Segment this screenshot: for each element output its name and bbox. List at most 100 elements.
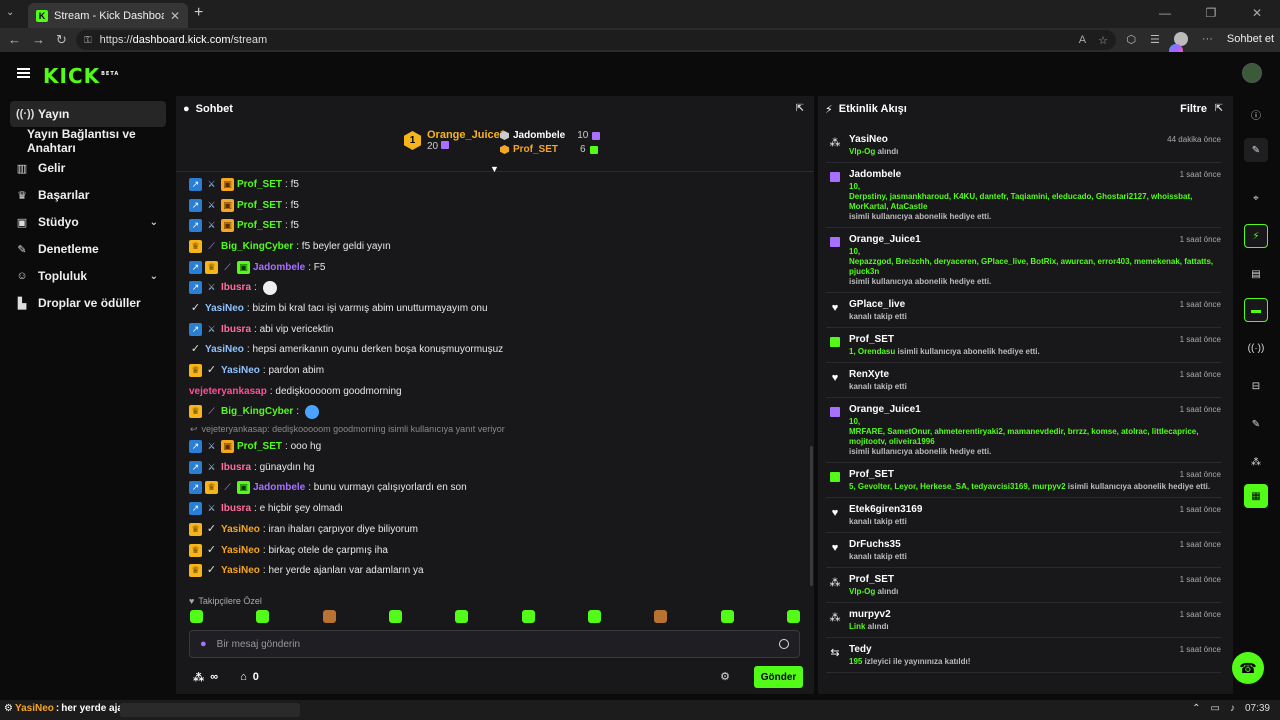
reward-icon[interactable]: ⁂	[1244, 450, 1268, 474]
chat-message[interactable]: ♛ ⟋ Big_KingCyber:	[189, 402, 808, 423]
chat-username[interactable]: YasiNeo	[205, 344, 244, 355]
focus-icon[interactable]: ⌖	[1244, 186, 1268, 210]
send-button[interactable]: Gönder	[754, 666, 803, 688]
event-username[interactable]: Orange_Juice1	[849, 404, 1221, 415]
back-icon[interactable]: ←	[8, 32, 21, 47]
new-tab-icon[interactable]: +	[194, 4, 203, 22]
support-headset-icon[interactable]: ☎	[1232, 652, 1264, 684]
taskbar-search[interactable]	[120, 703, 300, 717]
chat-username[interactable]: Ibusra	[221, 282, 251, 293]
event-username[interactable]: Orange_Juice1	[849, 234, 1221, 245]
collapse-icon[interactable]: ▼	[490, 164, 499, 174]
emote-icon[interactable]	[190, 610, 203, 623]
store-icon[interactable]: ⌂	[240, 671, 247, 683]
chat-username[interactable]: Jadombele	[253, 482, 305, 493]
extensions-icon[interactable]: ⬡	[1126, 33, 1136, 46]
chat-input[interactable]	[216, 638, 769, 650]
chat-username[interactable]: Prof_SET	[237, 220, 282, 231]
chat-scrollbar[interactable]	[810, 446, 813, 586]
top-gifter-first[interactable]: 1 Orange_Juice1 20	[404, 129, 506, 152]
info-icon[interactable]: ⓘ	[1244, 102, 1268, 126]
popout-icon[interactable]: ⇱	[796, 103, 804, 114]
favorites-icon[interactable]: ☰	[1150, 33, 1160, 46]
network-icon[interactable]: ▭	[1211, 703, 1220, 714]
copilot-button[interactable]: Sohbet et	[1169, 33, 1274, 58]
chat-username[interactable]: YasiNeo	[221, 565, 260, 576]
emote-icon[interactable]	[455, 610, 469, 623]
restore-icon[interactable]: ❐	[1188, 0, 1234, 28]
chat-username[interactable]: Ibusra	[221, 503, 251, 514]
event-username[interactable]: Jadombele	[849, 169, 1221, 180]
chat-message[interactable]: ✓ YasiNeo: bizim bi kral tacı işi varmış …	[189, 298, 808, 319]
activity-event[interactable]: ♥ Etek6giren3169 1 saat önce kanalı takip e…	[826, 498, 1221, 533]
chat-message[interactable]: ♛ ✓ YasiNeo: birkaç otele de çarpmış iha	[189, 540, 808, 561]
gear-icon[interactable]: ⚙	[720, 670, 730, 683]
activity-event[interactable]: Orange_Juice1 1 saat önce 10, Nepazzgod, Br…	[826, 228, 1221, 293]
tray-chevron-icon[interactable]: ⌃	[1192, 703, 1200, 714]
chat-message[interactable]: ↗ ⚔ Ibusra: abi vip vericektin	[189, 319, 808, 340]
activity-event[interactable]: Prof_SET 1 saat önce 5, Gevolter, Leyor, H…	[826, 463, 1221, 498]
event-username[interactable]: murpyv2	[849, 609, 1221, 620]
chat-message[interactable]: ↗ ⚔ Ibusra:	[189, 277, 808, 298]
chat-message[interactable]: ♛ ⟋ Big_KingCyber: f5 beyler geldi yayın	[189, 236, 808, 257]
chat-username[interactable]: Prof_SET	[237, 200, 282, 211]
broadcast-icon[interactable]: ((·))	[1244, 336, 1268, 360]
url-field[interactable]: ⚿ https://dashboard.kick.com/stream A ☆	[76, 30, 1116, 50]
minimize-icon[interactable]: —	[1142, 0, 1188, 28]
sidebar-item-stream-key[interactable]: Yayın Bağlantısı ve Anahtarı	[10, 127, 166, 155]
chat-username[interactable]: YasiNeo	[221, 545, 260, 556]
event-username[interactable]: Prof_SET	[849, 334, 1221, 345]
wrench-icon[interactable]: ✎	[1244, 412, 1268, 436]
event-username[interactable]: GPlace_live	[849, 299, 1221, 310]
tab-list-chevron-icon[interactable]: ⌄	[6, 7, 14, 18]
chat-message[interactable]: ♛ ✓ YasiNeo: iran ihaları çarpıyor diye bi…	[189, 519, 808, 540]
activity-event[interactable]: ♥ RenXyte 1 saat önce kanalı takip etti	[826, 363, 1221, 398]
sidebar-item-basarilar[interactable]: ♛ Başarılar	[10, 182, 166, 208]
close-window-icon[interactable]: ✕	[1234, 0, 1280, 28]
chat-message[interactable]: ✓ YasiNeo: hepsi amerikanın oyunu derken …	[189, 340, 808, 361]
chat-message[interactable]: ♛ ✓ YasiNeo: pardon abim	[189, 360, 808, 381]
menu-icon[interactable]	[17, 68, 30, 78]
chat-icon[interactable]: ▬	[1244, 298, 1268, 322]
chat-username[interactable]: Ibusra	[221, 462, 251, 473]
more-menu-icon[interactable]: ···	[1202, 33, 1213, 45]
browser-tab[interactable]: K Stream - Kick Dashboard ✕	[28, 3, 188, 28]
sidebar-item-topluluk[interactable]: ☺ Topluluk ⌄	[10, 263, 166, 289]
microphone-icon[interactable]: ●	[200, 638, 207, 650]
reload-icon[interactable]: ↻	[56, 32, 67, 48]
tab-close-icon[interactable]: ✕	[170, 9, 180, 23]
filter-button[interactable]: Filtre	[1180, 103, 1207, 115]
emote-icon[interactable]	[654, 610, 668, 623]
chat-message[interactable]: vejeteryankasap: dedişkooooom goodmornin…	[189, 381, 808, 402]
sidebar-item-studyo[interactable]: ▣ Stüdyo ⌄	[10, 209, 166, 235]
kick-logo[interactable]: KICKBETA	[43, 64, 119, 88]
activity-feed-icon[interactable]: ⚡	[1244, 224, 1268, 248]
chat-username[interactable]: Ibusra	[221, 324, 251, 335]
chat-username[interactable]: Prof_SET	[237, 179, 282, 190]
activity-event[interactable]: Orange_Juice1 1 saat önce 10, MRFARE, Samet…	[826, 398, 1221, 463]
forward-icon[interactable]: →	[32, 32, 45, 47]
chat-message[interactable]: ↗ ⚔ ▣ Prof_SET: f5	[189, 215, 808, 236]
sidebar-item-yayin[interactable]: ((·)) Yayın	[10, 101, 166, 127]
sidebar-item-denetleme[interactable]: ✎ Denetleme	[10, 236, 166, 262]
clapper-icon[interactable]: ▦	[1244, 484, 1268, 508]
site-info-icon[interactable]: ⚿	[84, 35, 92, 46]
event-username[interactable]: Etek6giren3169	[849, 504, 1221, 515]
event-username[interactable]: Prof_SET	[849, 574, 1221, 585]
chat-username[interactable]: vejeteryankasap	[189, 386, 267, 397]
clock[interactable]: 07:39	[1245, 703, 1270, 714]
emote-icon[interactable]	[256, 610, 270, 623]
chat-username[interactable]: Big_KingCyber	[221, 406, 293, 417]
event-username[interactable]: Tedy	[849, 644, 1221, 655]
chat-message[interactable]: ↗ ♛ ⟋ ▣ Jadombele: F5	[189, 257, 808, 278]
activity-event[interactable]: ⇆ Tedy 1 saat önce 195 izleyici ile yayının…	[826, 638, 1221, 673]
chat-username[interactable]: Prof_SET	[237, 441, 282, 452]
activity-event[interactable]: Jadombele 1 saat önce 10, Derpstiny, jasman…	[826, 163, 1221, 228]
emote-icon[interactable]	[786, 610, 800, 623]
event-username[interactable]: YasiNeo	[849, 134, 1221, 145]
chat-message[interactable]: ↗ ⚔ Ibusra: e hiçbir şey olmadı	[189, 498, 808, 519]
activity-event[interactable]: Prof_SET 1 saat önce 1, Orendasu isimli ku…	[826, 328, 1221, 363]
top-gifter-second[interactable]: Jadombele 10	[500, 130, 601, 141]
chat-message[interactable]: ↗ ⚔ ▣ Prof_SET: f5	[189, 195, 808, 216]
emote-icon[interactable]	[521, 610, 535, 623]
